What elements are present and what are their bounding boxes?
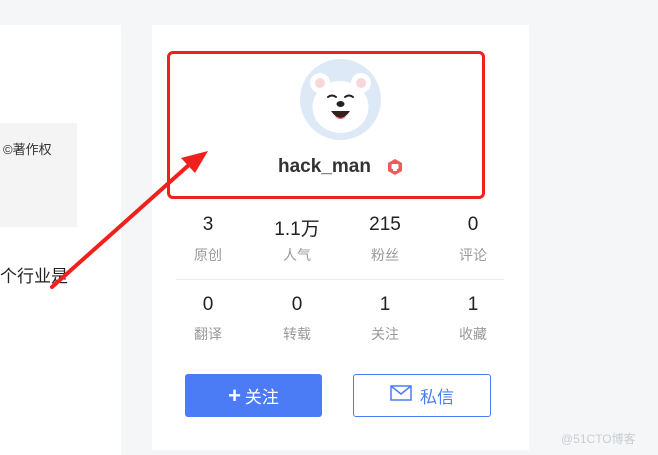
- annotation-arrow-icon: [50, 151, 208, 289]
- watermark: @51CTO博客: [561, 432, 636, 446]
